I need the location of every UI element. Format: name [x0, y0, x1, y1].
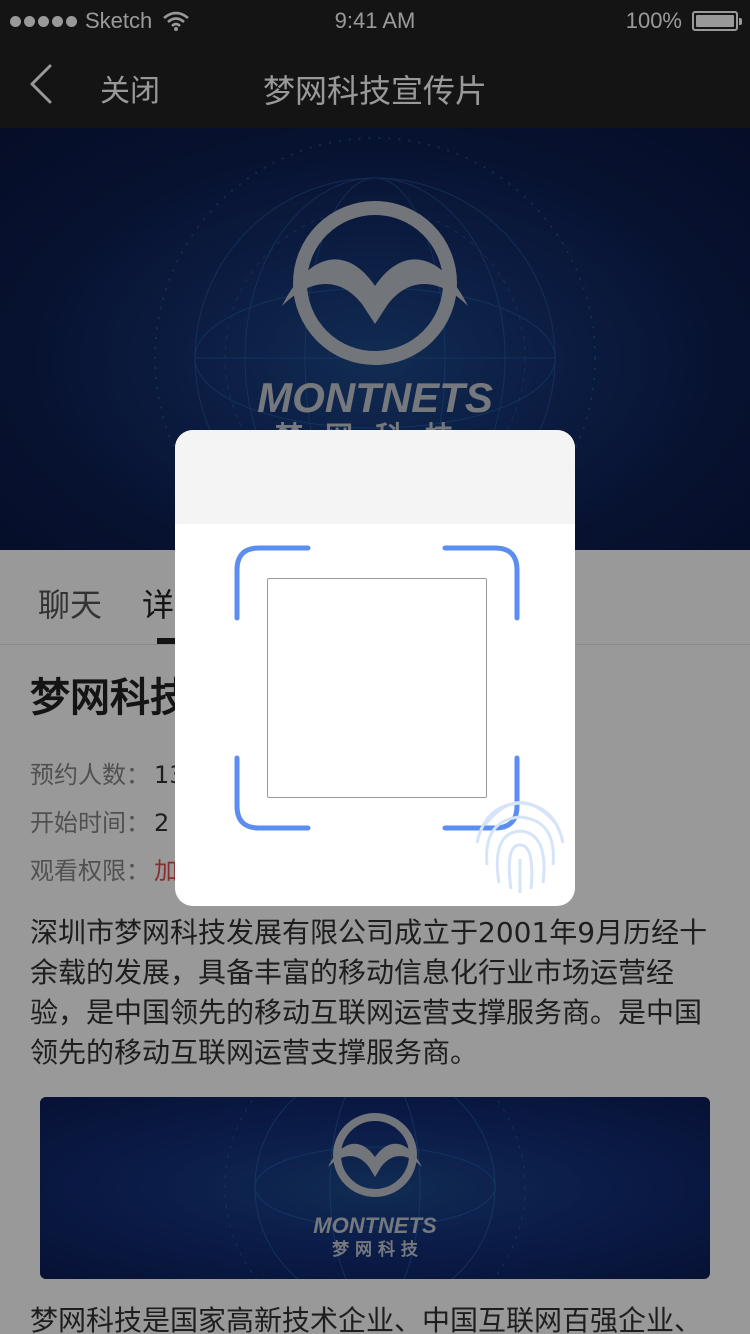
qr-code-modal	[175, 430, 575, 906]
fingerprint-icon	[475, 801, 565, 893]
